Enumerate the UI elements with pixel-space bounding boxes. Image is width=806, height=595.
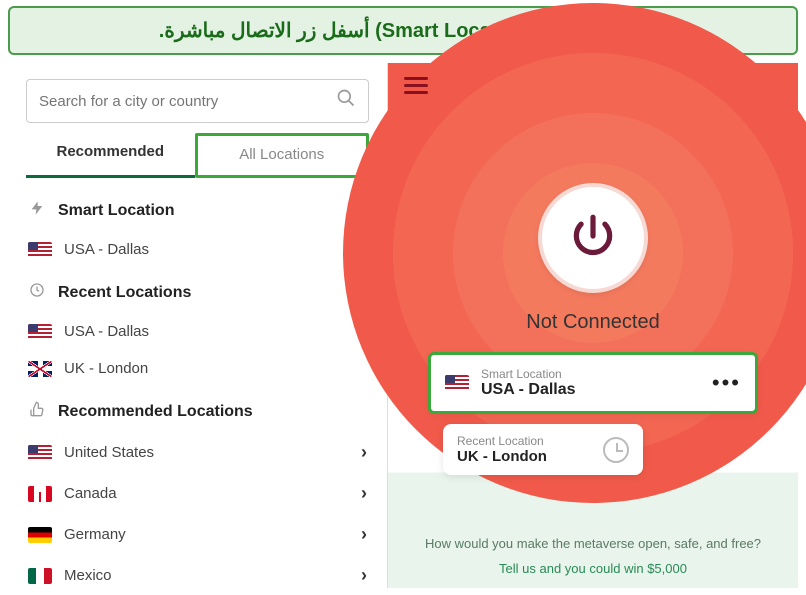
- locations-panel: Recommended All Locations Smart Location…: [8, 63, 388, 588]
- flag-ca-icon: [28, 486, 52, 502]
- thumbs-up-icon: [26, 401, 48, 422]
- lightning-icon: [26, 200, 48, 221]
- search-box[interactable]: [26, 79, 369, 123]
- tab-recommended[interactable]: Recommended: [26, 133, 195, 178]
- reco-item-mx[interactable]: Mexico ›: [26, 555, 369, 588]
- tab-all-label: All Locations: [239, 146, 324, 163]
- card-texts: Smart Location USA - Dallas: [481, 367, 700, 399]
- status-label: Not Connected: [526, 311, 659, 333]
- section-smart-title: Smart Location: [58, 202, 174, 220]
- reco-ca-label: Canada: [64, 485, 117, 502]
- clock-icon: [26, 282, 48, 303]
- smart-location-card[interactable]: Smart Location USA - Dallas •••: [428, 352, 758, 414]
- chevron-right-icon: ›: [361, 442, 367, 463]
- promo-banner: How would you make the metaverse open, s…: [388, 521, 798, 588]
- recent-label: Recent Location: [457, 434, 547, 448]
- chevron-right-icon: ›: [361, 524, 367, 545]
- reco-item-de[interactable]: Germany ›: [26, 514, 369, 555]
- reco-us-label: United States: [64, 444, 154, 461]
- section-recommended: Recommended Locations: [26, 401, 369, 422]
- recent-item-2-label: UK - London: [64, 360, 148, 377]
- menu-button[interactable]: [404, 77, 428, 95]
- tab-recommended-label: Recommended: [56, 143, 164, 160]
- section-recent-title: Recent Locations: [58, 284, 191, 302]
- recent-item-1[interactable]: USA - Dallas: [26, 313, 369, 350]
- chevron-right-icon: ›: [361, 483, 367, 504]
- more-icon[interactable]: •••: [712, 370, 741, 396]
- connect-button[interactable]: [538, 183, 648, 293]
- section-recent: Recent Locations: [26, 282, 369, 303]
- reco-mx-label: Mexico: [64, 567, 112, 584]
- section-recommended-title: Recommended Locations: [58, 403, 253, 421]
- flag-uk-icon: [28, 361, 52, 377]
- card-value: USA - Dallas: [481, 381, 700, 399]
- section-smart-location: Smart Location: [26, 200, 369, 221]
- flag-us-icon: [445, 375, 469, 391]
- flag-de-icon: [28, 527, 52, 543]
- flag-mx-icon: [28, 568, 52, 584]
- search-input[interactable]: [39, 93, 336, 110]
- chevron-right-icon: ›: [361, 565, 367, 586]
- recent-item-2[interactable]: UK - London: [26, 350, 369, 387]
- main-panel: Not Connected Smart Location USA - Dalla…: [388, 63, 798, 588]
- search-icon: [336, 88, 356, 114]
- tabs: Recommended All Locations: [26, 133, 369, 178]
- reco-item-ca[interactable]: Canada ›: [26, 473, 369, 514]
- flag-us-icon: [28, 445, 52, 461]
- recent-location-card[interactable]: Recent Location UK - London: [443, 424, 643, 475]
- reco-item-us[interactable]: United States ›: [26, 432, 369, 473]
- recent-texts: Recent Location UK - London: [457, 434, 547, 465]
- reco-de-label: Germany: [64, 526, 126, 543]
- flag-us-icon: [28, 242, 52, 258]
- promo-question: How would you make the metaverse open, s…: [418, 535, 768, 553]
- power-icon: [568, 211, 618, 266]
- recent-value: UK - London: [457, 448, 547, 465]
- smart-location-item[interactable]: USA - Dallas: [26, 231, 369, 268]
- smart-location-label: USA - Dallas: [64, 241, 149, 258]
- tab-all-locations[interactable]: All Locations: [195, 133, 370, 178]
- recent-item-1-label: USA - Dallas: [64, 323, 149, 340]
- card-label: Smart Location: [481, 367, 700, 381]
- clock-icon: [603, 437, 629, 463]
- connection-status: Not Connected: [526, 311, 659, 334]
- flag-us-icon: [28, 324, 52, 340]
- locations-scroll[interactable]: Smart Location USA - Dallas Recent Locat…: [8, 178, 387, 588]
- app-container: Recommended All Locations Smart Location…: [8, 63, 798, 588]
- promo-cta[interactable]: Tell us and you could win $5,000: [418, 561, 768, 576]
